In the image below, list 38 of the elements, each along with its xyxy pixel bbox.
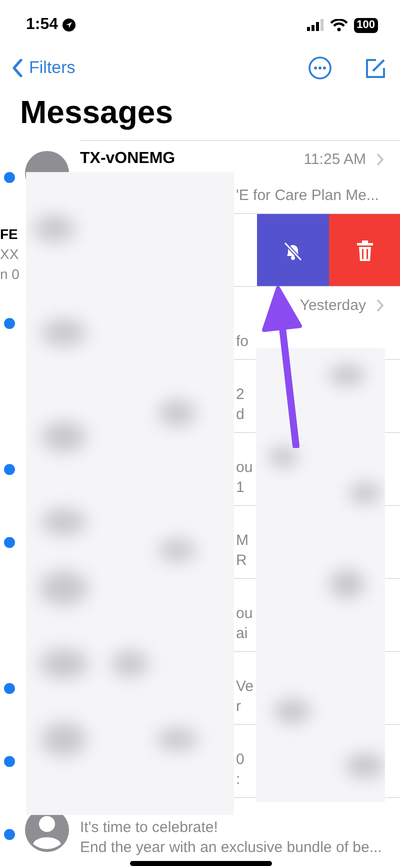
- compose-icon[interactable]: [364, 57, 386, 79]
- bell-slash-icon: [282, 240, 304, 260]
- message-preview: It's time to celebrate!: [80, 818, 219, 838]
- more-icon[interactable]: [308, 56, 332, 80]
- status-time: 1:54: [26, 16, 58, 34]
- back-button[interactable]: Filters: [12, 58, 76, 78]
- page-title: Messages: [20, 94, 174, 132]
- message-preview: 'E for Care Plan Me...: [236, 186, 380, 206]
- chevron-right-icon: [376, 298, 384, 312]
- message-preview: 0: [236, 750, 246, 770]
- wifi-icon: [330, 18, 348, 32]
- message-time: 11:25 AM: [304, 150, 366, 168]
- mute-button[interactable]: [257, 214, 329, 287]
- message-preview: R: [236, 551, 248, 571]
- chevron-left-icon: [12, 59, 23, 77]
- message-preview: ai: [236, 624, 249, 644]
- message-preview: 2: [236, 385, 246, 405]
- delete-button[interactable]: [329, 214, 400, 287]
- message-preview: d: [236, 405, 246, 425]
- trash-icon: [355, 240, 375, 262]
- message-preview: End the year with an exclusive bundle of be...: [80, 838, 383, 858]
- battery-indicator: 100: [354, 18, 378, 32]
- message-preview: XX: [0, 245, 20, 264]
- message-preview: :: [236, 770, 242, 790]
- message-preview: 1: [236, 478, 246, 498]
- signal-icon: [306, 19, 324, 31]
- sender-name: TX-vONEMG: [80, 150, 176, 168]
- message-preview: Ve: [236, 677, 255, 697]
- message-preview: n 0: [0, 265, 20, 284]
- message-preview: M: [236, 531, 250, 551]
- message-time: Yesterday: [300, 296, 366, 314]
- message-preview: ou: [236, 458, 254, 478]
- message-preview: fo: [236, 332, 250, 352]
- message-preview: ou: [236, 604, 254, 624]
- sender-name: FE: [0, 225, 19, 244]
- location-icon: [62, 18, 76, 32]
- chevron-right-icon: [376, 152, 384, 166]
- message-preview: r: [236, 697, 242, 717]
